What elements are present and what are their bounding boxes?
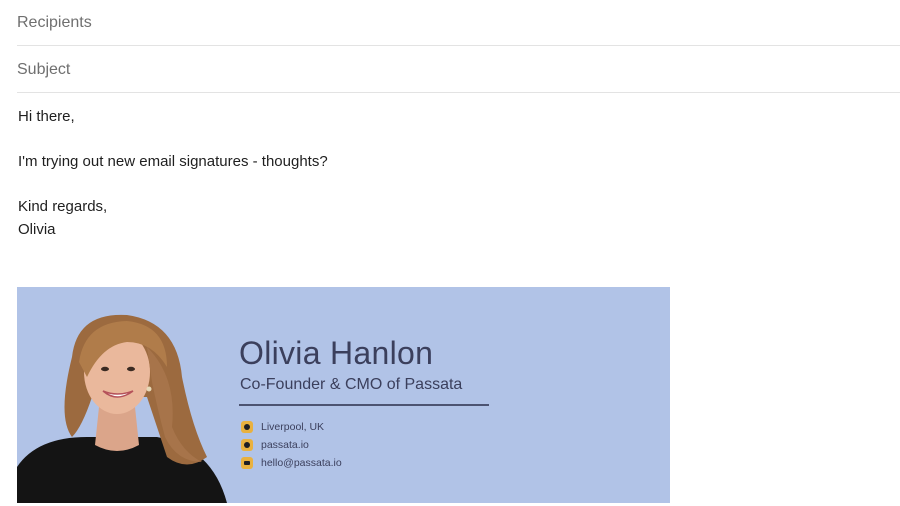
body-greeting[interactable]: Hi there, — [18, 108, 75, 126]
signature-website[interactable]: passata.io — [241, 438, 309, 452]
signature-name: Olivia Hanlon — [239, 335, 434, 371]
body-sender[interactable]: Olivia — [18, 221, 56, 239]
body-closing[interactable]: Kind regards, — [18, 198, 107, 216]
mail-icon — [241, 457, 253, 469]
location-text: Liverpool, UK — [261, 421, 325, 433]
signature-location: Liverpool, UK — [241, 420, 324, 434]
website-link[interactable]: passata.io — [261, 439, 309, 451]
location-pin-icon — [241, 421, 253, 433]
email-signature: Olivia Hanlon Co-Founder & CMO of Passat… — [17, 287, 670, 503]
subject-row — [17, 47, 900, 93]
email-link[interactable]: hello@passata.io — [261, 457, 342, 469]
profile-photo — [17, 314, 227, 503]
body-line[interactable]: I'm trying out new email signatures - th… — [18, 153, 328, 171]
email-compose: Hi there, I'm trying out new email signa… — [0, 0, 900, 506]
signature-title: Co-Founder & CMO of Passata — [240, 376, 463, 393]
subject-input[interactable] — [17, 47, 900, 92]
recipients-input[interactable] — [17, 0, 900, 45]
recipients-row — [17, 0, 900, 46]
signature-divider — [239, 404, 489, 406]
globe-icon — [241, 439, 253, 451]
signature-email[interactable]: hello@passata.io — [241, 456, 342, 470]
